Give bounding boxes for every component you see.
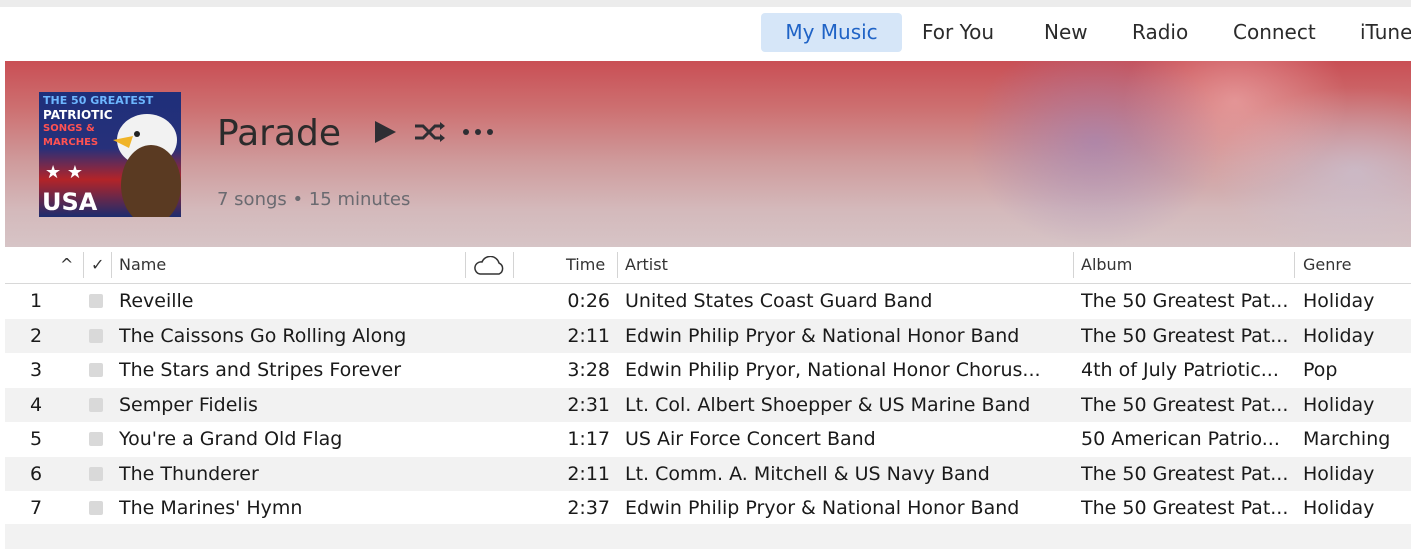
column-divider: [1294, 252, 1295, 278]
track-name: Semper Fidelis: [119, 393, 258, 416]
track-time: 2:11: [567, 324, 610, 347]
playlist-header: THE 50 GREATEST PATRIOTIC SONGS & MARCHE…: [5, 61, 1411, 247]
more-options-icon[interactable]: [461, 122, 497, 142]
track-number: 4: [30, 393, 43, 416]
table-row[interactable]: 6 The Thunderer 2:11 Lt. Comm. A. Mitche…: [5, 456, 1411, 492]
track-name: You're a Grand Old Flag: [119, 428, 343, 450]
track-number: 3: [30, 359, 43, 381]
column-divider: [513, 252, 514, 278]
track-time: 2:37: [567, 497, 610, 519]
track-name: The Thunderer: [119, 462, 259, 485]
window-top-strip: [0, 0, 1411, 7]
track-genre: Holiday: [1303, 290, 1375, 312]
column-header-check[interactable]: ✓: [91, 247, 104, 283]
column-header-time[interactable]: Time: [566, 247, 605, 283]
track-album: 50 American Patrio...: [1081, 428, 1280, 450]
track-artist: Edwin Philip Pryor, National Honor Choru…: [625, 359, 1041, 381]
track-genre: Holiday: [1303, 462, 1375, 485]
table-row[interactable]: 5 You're a Grand Old Flag 1:17 US Air Fo…: [5, 422, 1411, 457]
track-time: 1:17: [567, 428, 610, 450]
track-checkbox[interactable]: [89, 457, 105, 492]
table-header: ^ ✓ Name Time Artist Album Genre: [5, 247, 1411, 284]
top-navigation: My Music For You New Radio Connect iTune: [0, 7, 1411, 61]
track-album: The 50 Greatest Pat...: [1081, 497, 1289, 519]
track-album: The 50 Greatest Pat...: [1081, 324, 1289, 347]
artwork-text: THE 50 GREATEST PATRIOTIC SONGS & MARCHE…: [43, 94, 154, 148]
album-artwork[interactable]: THE 50 GREATEST PATRIOTIC SONGS & MARCHE…: [39, 92, 181, 217]
track-number: 2: [30, 324, 43, 347]
column-header-artist[interactable]: Artist: [625, 247, 668, 283]
column-header-genre[interactable]: Genre: [1303, 247, 1351, 283]
track-number: 1: [30, 290, 43, 312]
song-table: ^ ✓ Name Time Artist Album Genre 1 Revei…: [5, 247, 1411, 526]
track-number: 5: [30, 428, 43, 450]
table-row[interactable]: 2 The Caissons Go Rolling Along 2:11 Edw…: [5, 318, 1411, 354]
track-album: The 50 Greatest Pat...: [1081, 462, 1289, 485]
track-checkbox[interactable]: [89, 491, 105, 526]
track-name: The Caissons Go Rolling Along: [119, 324, 407, 347]
track-genre: Marching: [1303, 428, 1391, 450]
track-name: Reveille: [119, 290, 194, 312]
column-header-album[interactable]: Album: [1081, 247, 1132, 283]
track-checkbox[interactable]: [89, 319, 105, 354]
tab-radio[interactable]: Radio: [1132, 13, 1188, 52]
track-artist: US Air Force Concert Band: [625, 428, 876, 450]
column-divider: [111, 252, 112, 278]
column-divider: [617, 252, 618, 278]
column-divider: [465, 252, 466, 278]
play-icon[interactable]: [371, 118, 399, 146]
track-checkbox[interactable]: [89, 284, 105, 319]
tab-new[interactable]: New: [1044, 13, 1088, 52]
track-genre: Holiday: [1303, 393, 1375, 416]
track-album: The 50 Greatest Pat...: [1081, 393, 1289, 416]
track-artist: Edwin Philip Pryor & National Honor Band: [625, 497, 1020, 519]
track-time: 3:28: [567, 359, 610, 381]
track-number: 7: [30, 497, 43, 519]
playlist-summary: 7 songs • 15 minutes: [217, 189, 411, 210]
track-album: 4th of July Patriotic...: [1081, 359, 1279, 381]
table-row[interactable]: 3 The Stars and Stripes Forever 3:28 Edw…: [5, 353, 1411, 388]
track-time: 0:26: [567, 290, 610, 312]
track-artist: Lt. Col. Albert Shoepper & US Marine Ban…: [625, 393, 1031, 416]
column-divider: [1073, 252, 1074, 278]
shuffle-icon[interactable]: [413, 119, 447, 145]
artwork-usa-text: USA: [42, 188, 98, 216]
track-checkbox[interactable]: [89, 353, 105, 388]
table-row[interactable]: 4 Semper Fidelis 2:31 Lt. Col. Albert Sh…: [5, 387, 1411, 423]
stars-icon: ★ ★: [45, 162, 83, 183]
track-name: The Stars and Stripes Forever: [119, 359, 402, 381]
table-empty-area: [5, 524, 1411, 549]
playlist-title: Parade: [217, 113, 342, 154]
tab-connect[interactable]: Connect: [1233, 13, 1316, 52]
track-genre: Holiday: [1303, 324, 1375, 347]
track-name: The Marines' Hymn: [119, 497, 303, 519]
track-time: 2:31: [567, 393, 610, 416]
track-checkbox[interactable]: [89, 388, 105, 423]
tab-for-you[interactable]: For You: [922, 13, 994, 52]
tab-itunes-store[interactable]: iTune: [1360, 13, 1411, 52]
track-genre: Pop: [1303, 359, 1338, 381]
track-number: 6: [30, 462, 43, 485]
table-row[interactable]: 1 Reveille 0:26 United States Coast Guar…: [5, 284, 1411, 319]
track-checkbox[interactable]: [89, 422, 105, 457]
table-row[interactable]: 7 The Marines' Hymn 2:37 Edwin Philip Pr…: [5, 491, 1411, 526]
track-time: 2:11: [567, 462, 610, 485]
track-album: The 50 Greatest Pat...: [1081, 290, 1289, 312]
column-divider: [83, 252, 84, 278]
track-genre: Holiday: [1303, 497, 1375, 519]
track-artist: United States Coast Guard Band: [625, 290, 933, 312]
column-header-name[interactable]: Name: [119, 247, 166, 283]
tab-my-music[interactable]: My Music: [761, 13, 902, 52]
track-artist: Edwin Philip Pryor & National Honor Band: [625, 324, 1020, 347]
cloud-icon[interactable]: [472, 256, 506, 276]
sort-indicator[interactable]: ^: [60, 247, 73, 283]
track-artist: Lt. Comm. A. Mitchell & US Navy Band: [625, 462, 990, 485]
